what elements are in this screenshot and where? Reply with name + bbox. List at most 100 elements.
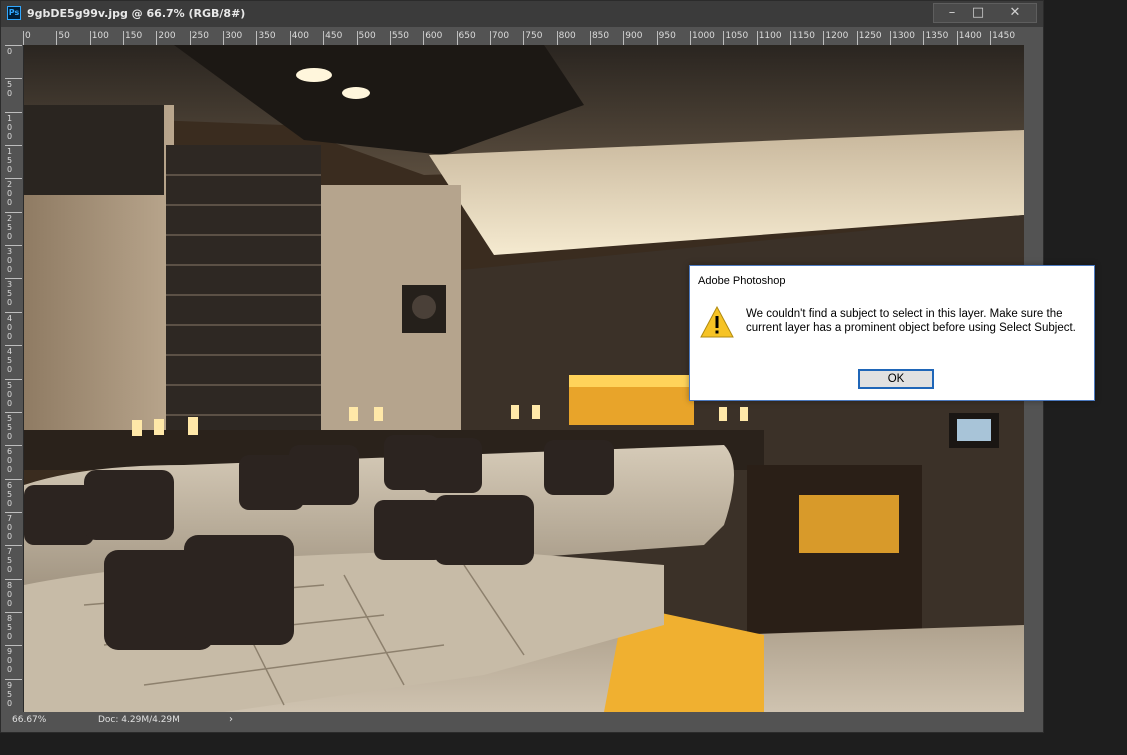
- ruler-tick-label: 100: [91, 31, 109, 41]
- document-title: 9gbDE5g99v.jpg @ 66.7% (RGB/8#): [27, 7, 246, 20]
- ruler-tick-label: 650: [458, 31, 476, 41]
- ruler-tick: [5, 211, 22, 213]
- ruler-tick-label: 500: [7, 380, 13, 408]
- dialog-title: Adobe Photoshop: [698, 275, 786, 287]
- ruler-tick-label: 1350: [925, 31, 949, 41]
- vertical-ruler[interactable]: 0 50 100 150 200 250 300 350 400 450 500 550 600 650 7…: [5, 45, 24, 712]
- ruler-tick-label: 600: [7, 447, 13, 475]
- ruler-tick-label: 1050: [725, 31, 749, 41]
- ruler-tick: [556, 31, 558, 45]
- ruler-tick: [823, 31, 825, 45]
- ruler-tick: [5, 311, 22, 313]
- ruler-tick-label: 350: [7, 280, 13, 308]
- ruler-tick-label: 150: [125, 31, 143, 41]
- status-bar: 66.67% Doc: 4.29M/4.29M ›: [5, 712, 1041, 730]
- maximize-button[interactable]: □: [963, 3, 993, 23]
- ruler-tick: [289, 31, 291, 45]
- ruler-tick: [456, 31, 458, 45]
- ok-button[interactable]: OK: [858, 369, 934, 389]
- document-size: Doc: 4.29M/4.29M: [98, 715, 180, 725]
- ruler-tick: [389, 31, 391, 45]
- ruler-tick-label: 0: [7, 47, 13, 56]
- ruler-tick: [5, 678, 22, 680]
- ruler-tick: [223, 31, 225, 45]
- ruler-tick: [790, 31, 792, 45]
- ruler-tick: [956, 31, 958, 45]
- ruler-tick-label: 700: [491, 31, 510, 41]
- ruler-tick-label: 450: [7, 347, 13, 375]
- ruler-tick: [156, 31, 158, 45]
- ruler-tick-label: 950: [7, 680, 13, 708]
- ruler-tick-label: 800: [558, 31, 576, 41]
- ruler-tick-label: 600: [425, 31, 443, 41]
- ruler-tick: [189, 31, 191, 45]
- ruler-tick: [5, 278, 22, 280]
- document-titlebar[interactable]: Ps 9gbDE5g99v.jpg @ 66.7% (RGB/8#) – □ ✕: [1, 1, 1043, 27]
- ruler-tick: [756, 31, 758, 45]
- ruler-tick: [5, 378, 22, 380]
- ruler-tick: [356, 31, 358, 45]
- ruler-tick-label: 650: [7, 480, 13, 508]
- ruler-tick-label: 200: [158, 31, 176, 41]
- ruler-origin[interactable]: [5, 30, 24, 46]
- ruler-tick: [5, 645, 22, 647]
- ruler-tick: [5, 245, 22, 247]
- ruler-tick: [56, 31, 58, 45]
- ruler-tick-label: 1400: [958, 31, 982, 41]
- close-button[interactable]: ✕: [998, 3, 1032, 23]
- ruler-tick-label: 1300: [892, 31, 915, 41]
- ruler-tick: [5, 578, 22, 580]
- ruler-tick: [423, 31, 425, 45]
- ruler-tick-label: 300: [225, 31, 243, 41]
- ruler-tick: [890, 31, 892, 45]
- ruler-tick-label: 400: [7, 313, 13, 341]
- ruler-tick: [5, 511, 22, 513]
- ruler-tick-label: 200: [7, 180, 13, 208]
- ruler-tick: [5, 178, 22, 180]
- dialog-message: We couldn't find a subject to select in …: [746, 308, 1076, 334]
- ruler-tick: [5, 478, 22, 480]
- ruler-tick-label: 250: [191, 31, 209, 41]
- ruler-tick-label: 50: [58, 31, 70, 41]
- ruler-tick-label: 900: [7, 647, 13, 675]
- ruler-tick-label: 0: [25, 31, 31, 41]
- ruler-tick-label: 1000: [692, 31, 715, 41]
- ruler-tick-label: 550: [7, 413, 13, 441]
- ruler-tick: [690, 31, 691, 45]
- ruler-tick-label: 100: [7, 113, 13, 141]
- ruler-tick-label: 250: [7, 213, 13, 241]
- ruler-tick: [990, 31, 992, 45]
- ruler-tick: [5, 545, 22, 547]
- ruler-tick: [656, 31, 658, 45]
- ruler-tick: [589, 31, 591, 45]
- ruler-tick-label: 900: [625, 31, 643, 41]
- ruler-tick-label: 300: [7, 247, 13, 275]
- status-menu-arrow-icon[interactable]: ›: [229, 714, 233, 725]
- zoom-level[interactable]: 66.67%: [12, 715, 46, 725]
- ruler-tick: [523, 31, 525, 45]
- ruler-tick: [5, 411, 22, 413]
- ruler-tick: [5, 78, 22, 80]
- ruler-tick: [5, 345, 22, 347]
- ruler-tick: [89, 31, 91, 45]
- ruler-tick-label: 750: [525, 31, 543, 41]
- alert-dialog: Adobe Photoshop We couldn't find a subje…: [689, 265, 1095, 401]
- ruler-tick: [923, 31, 925, 45]
- ruler-tick: [5, 445, 22, 447]
- ruler-tick: [256, 31, 258, 45]
- ruler-tick: [856, 31, 858, 45]
- ruler-tick: [123, 31, 125, 45]
- ruler-tick-label: 1200: [825, 31, 849, 41]
- warning-icon: [700, 305, 734, 342]
- ruler-tick: [723, 31, 725, 45]
- ruler-tick-label: 1450: [992, 31, 1016, 41]
- ruler-tick-label: 500: [358, 31, 376, 41]
- horizontal-ruler[interactable]: 0 50 100 150 200 250 300 350 400 450 500 550 600 650 7…: [23, 30, 1023, 46]
- ruler-tick-label: 350: [258, 31, 276, 41]
- ruler-tick-label: 1250: [858, 31, 882, 41]
- ruler-tick: [323, 31, 325, 45]
- ruler-tick-label: 1150: [792, 31, 815, 41]
- ruler-tick: [623, 31, 625, 45]
- ruler-tick-label: 1100: [758, 31, 782, 41]
- ruler-tick-label: 800: [7, 580, 13, 608]
